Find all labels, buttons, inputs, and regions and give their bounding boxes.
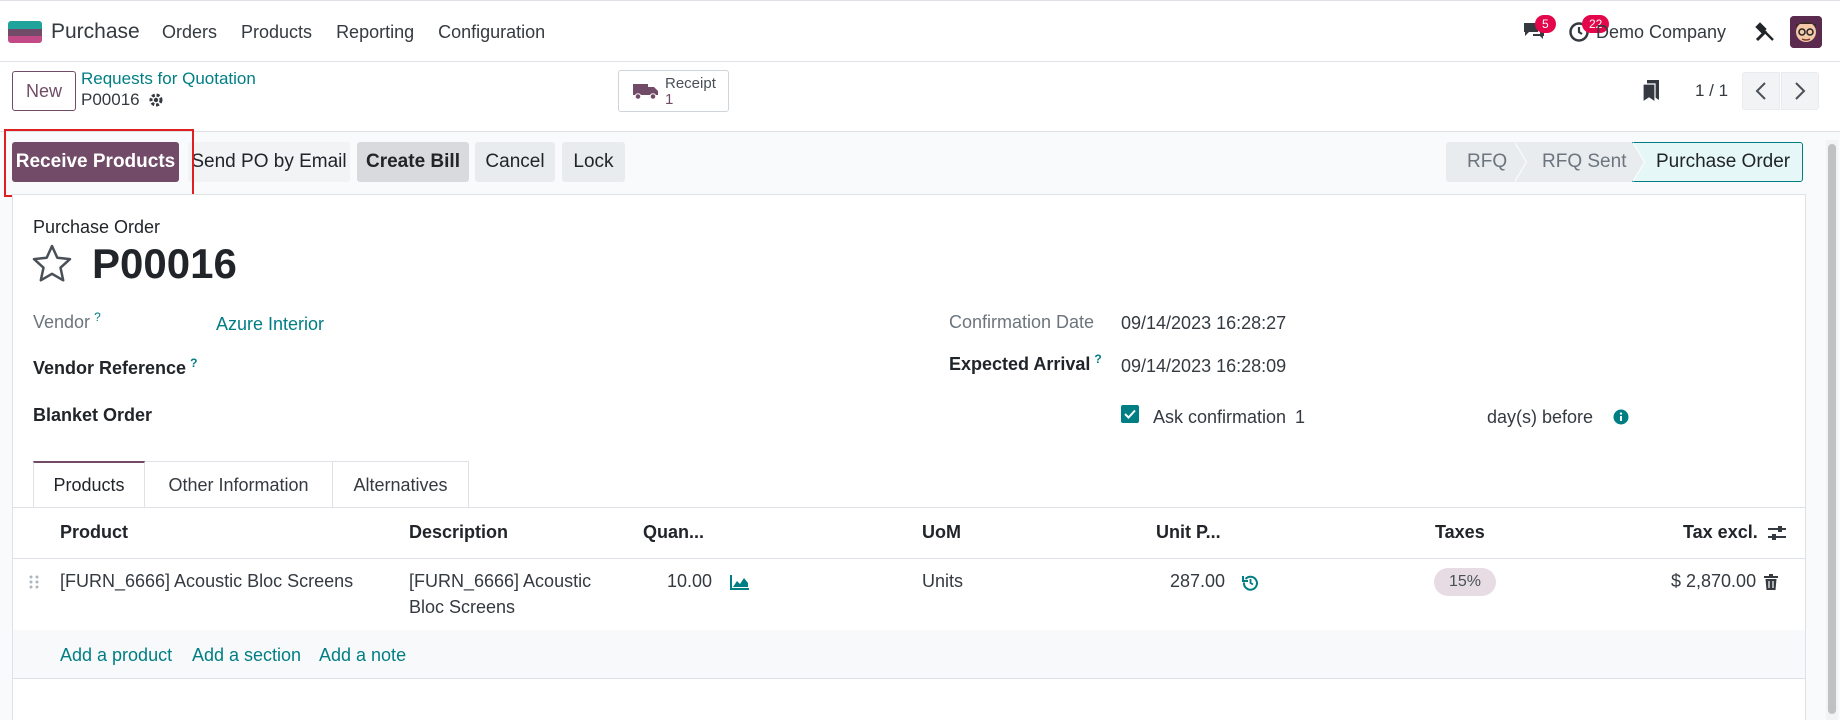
column-header-product[interactable]: Product — [60, 522, 128, 543]
stage-rfq-label: RFQ — [1467, 151, 1508, 172]
record-name: P00016 — [81, 90, 140, 109]
add-section-link[interactable]: Add a section — [192, 645, 301, 666]
create-bill-button[interactable]: Create Bill — [357, 142, 469, 182]
purchase-app-icon[interactable] — [8, 21, 42, 43]
cell-quantity[interactable]: 10.00 — [667, 571, 712, 592]
new-button[interactable]: New — [12, 71, 76, 111]
cancel-button[interactable]: Cancel — [475, 142, 555, 182]
notebook-tabs: Products Other Information Alternatives — [33, 461, 469, 508]
status-stages: RFQ RFQ Sent Purchase Order — [1446, 142, 1803, 182]
pager-previous-button[interactable] — [1742, 72, 1780, 110]
header-row-divider — [13, 558, 1805, 559]
chevron-right-icon — [1795, 82, 1806, 100]
highlight-annotation — [4, 129, 194, 197]
top-navbar: Purchase Orders Products Reporting Confi… — [0, 0, 1840, 62]
ask-confirmation-checkbox[interactable] — [1121, 405, 1139, 423]
days-before-label: day(s) before — [1487, 407, 1594, 427]
tab-alternatives[interactable]: Alternatives — [333, 461, 469, 508]
po-number: P00016 — [92, 240, 237, 287]
tab-products[interactable]: Products — [33, 461, 145, 508]
expected-arrival-field[interactable]: 09/14/2023 16:28:09 — [1121, 356, 1286, 377]
expected-arrival-label: Expected Arrival? — [949, 352, 1102, 374]
column-header-unit-price[interactable]: Unit P... — [1156, 522, 1221, 543]
star-icon[interactable] — [32, 244, 72, 282]
add-product-link[interactable]: Add a product — [60, 645, 172, 666]
menu-configuration[interactable]: Configuration — [438, 22, 545, 43]
menu-reporting[interactable]: Reporting — [336, 22, 414, 43]
receipt-label: Receipt — [665, 75, 716, 92]
cell-unit-price[interactable]: 287.00 — [1170, 571, 1225, 592]
cell-description-line1[interactable]: [FURN_6666] Acoustic — [409, 571, 591, 592]
drag-handle-icon[interactable] — [28, 574, 40, 590]
confirmation-date-label: Confirmation Date — [949, 312, 1095, 332]
chat-count-badge: 5 — [1535, 15, 1556, 33]
bookmarks-icon[interactable] — [1640, 78, 1662, 104]
send-po-email-button[interactable]: Send PO by Email — [188, 142, 350, 182]
chevron-left-icon — [1755, 82, 1766, 100]
vendor-field[interactable]: Azure Interior — [216, 314, 324, 335]
optional-columns-icon[interactable] — [1767, 524, 1787, 542]
confirmation-date-field[interactable]: 09/14/2023 16:28:27 — [1121, 313, 1286, 334]
cell-subtotal: $ 2,870.00 — [1671, 571, 1757, 591]
vendor-reference-help[interactable]: ? — [190, 356, 197, 370]
app-name[interactable]: Purchase — [51, 20, 140, 44]
stage-rfq-sent[interactable]: RFQ Sent — [1514, 142, 1645, 182]
ask-confirmation-days-field[interactable]: 1 — [1295, 407, 1305, 428]
debug-tools-icon[interactable] — [1754, 21, 1776, 43]
company-switcher[interactable]: Demo Company — [1596, 22, 1746, 43]
main-menu: Orders Products Reporting Configuration — [162, 22, 569, 43]
ask-confirmation-label: Ask confirmation — [1153, 407, 1287, 427]
vendor-label: Vendor? — [33, 310, 101, 332]
cell-uom[interactable]: Units — [922, 571, 963, 592]
price-history-icon[interactable] — [1242, 574, 1259, 591]
lock-button[interactable]: Lock — [562, 142, 625, 182]
forecast-chart-icon[interactable] — [730, 574, 750, 590]
column-header-taxes[interactable]: Taxes — [1435, 522, 1485, 543]
statusbar: Receive Products Send PO by Email Create… — [0, 132, 1840, 192]
add-bar-divider — [13, 678, 1805, 679]
tab-other-information[interactable]: Other Information — [145, 461, 333, 508]
stage-purchase-order[interactable]: Purchase Order — [1632, 142, 1803, 182]
breadcrumb-rfq[interactable]: Requests for Quotation — [81, 69, 256, 89]
stage-rfq[interactable]: RFQ — [1446, 142, 1527, 182]
truck-icon — [633, 84, 658, 100]
stage-rfq-sent-label: RFQ Sent — [1542, 151, 1627, 172]
info-icon[interactable] — [1613, 409, 1629, 425]
gear-icon[interactable] — [148, 92, 164, 108]
control-panel: New Requests for Quotation P00016 Receip… — [0, 62, 1840, 132]
vendor-help[interactable]: ? — [94, 310, 101, 324]
receipt-count: 1 — [665, 91, 674, 108]
column-header-quantity[interactable]: Quan... — [643, 522, 704, 543]
receipt-smart-button[interactable]: Receipt 1 — [618, 70, 729, 112]
tax-badge[interactable]: 15% — [1434, 568, 1496, 596]
column-header-uom[interactable]: UoM — [922, 522, 961, 543]
blanket-order-label: Blanket Order — [33, 405, 153, 425]
stage-purchase-order-label: Purchase Order — [1656, 151, 1791, 172]
cell-description-line2[interactable]: Bloc Screens — [409, 597, 515, 618]
cell-product[interactable]: [FURN_6666] Acoustic Bloc Screens — [60, 571, 353, 592]
check-icon — [1124, 409, 1136, 419]
tab-divider — [13, 507, 1805, 508]
add-note-link[interactable]: Add a note — [319, 645, 406, 666]
scrollbar-thumb[interactable] — [1828, 144, 1836, 714]
menu-products[interactable]: Products — [241, 22, 312, 43]
expected-arrival-help[interactable]: ? — [1094, 352, 1101, 366]
column-header-description[interactable]: Description — [409, 522, 508, 543]
vendor-reference-label: Vendor Reference? — [33, 356, 198, 378]
trash-icon[interactable] — [1764, 574, 1778, 590]
pager-value[interactable]: 1 / 1 — [1695, 81, 1728, 101]
record-title: P00016 — [81, 90, 164, 110]
form-kind-label: Purchase Order — [33, 217, 161, 237]
pager-next-button[interactable] — [1781, 72, 1819, 110]
menu-orders[interactable]: Orders — [162, 22, 217, 43]
user-avatar[interactable] — [1790, 16, 1822, 48]
column-header-tax-excl[interactable]: Tax excl. — [1683, 522, 1758, 543]
